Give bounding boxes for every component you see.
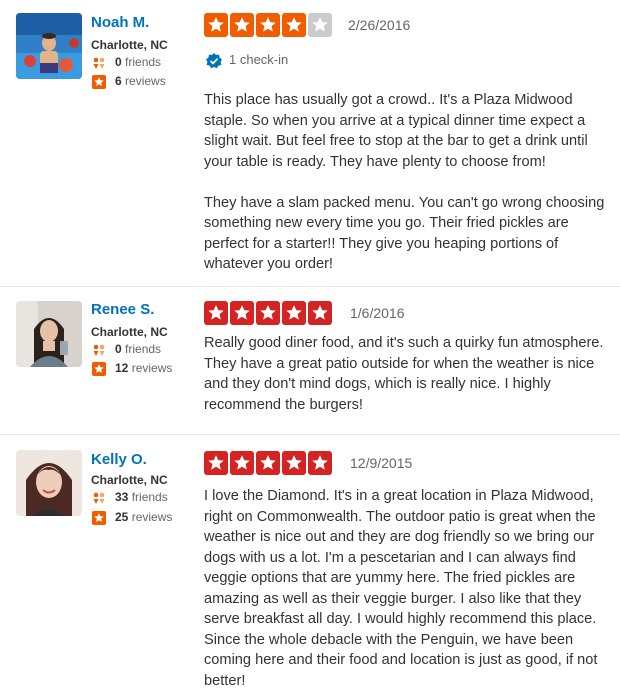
friends-label: friends (131, 490, 168, 504)
reviews-number: 12 (115, 361, 129, 375)
friends-number: 33 (115, 490, 129, 504)
star-empty-icon (308, 13, 332, 37)
review-text: This place has usually got a crowd.. It'… (204, 92, 605, 272)
user-photo-selfie (16, 301, 82, 367)
friends-count: 33 friends (91, 489, 168, 505)
star-filled-icon (308, 451, 332, 475)
reviews-label: reviews (125, 74, 166, 88)
user-location: Charlotte, NC (91, 325, 168, 339)
reviews-count: 12 reviews (91, 360, 172, 376)
user-avatar[interactable] (16, 13, 82, 79)
user-avatar[interactable] (16, 450, 82, 516)
friends-icon (91, 342, 107, 358)
review-item: Renee S. Charlotte, NC 0 friends 12 revi… (0, 286, 620, 434)
user-photo-portrait (16, 450, 82, 516)
review-text: I love the Diamond. It's in a great loca… (204, 488, 598, 689)
user-avatar[interactable] (16, 301, 82, 367)
user-location: Charlotte, NC (91, 38, 168, 52)
review-item: Kelly O. Charlotte, NC 33 friends 25 rev… (0, 434, 620, 689)
star-rating (204, 13, 332, 37)
friends-count: 0 friends (91, 54, 161, 70)
star-rating (204, 301, 332, 325)
user-location: Charlotte, NC (91, 473, 168, 487)
checkin-text: 1 check-in (229, 52, 289, 67)
star-filled-icon (256, 13, 280, 37)
review-star-icon (91, 74, 107, 90)
friends-icon (91, 490, 107, 506)
reviews-count: 6 reviews (91, 73, 166, 89)
friends-icon (91, 55, 107, 71)
reviews-count: 25 reviews (91, 509, 172, 525)
star-filled-icon (230, 13, 254, 37)
star-filled-icon (256, 301, 280, 325)
reviews-number: 6 (115, 74, 122, 88)
star-filled-icon (256, 451, 280, 475)
user-photo-pool (16, 13, 82, 79)
star-filled-icon (282, 451, 306, 475)
reviews-label: reviews (131, 510, 173, 524)
review-text: Really good diner food, and it's such a … (204, 335, 604, 413)
friends-label: friends (125, 342, 162, 356)
star-filled-icon (204, 13, 228, 37)
star-filled-icon (282, 13, 306, 37)
user-name-link[interactable]: Kelly O. (91, 451, 147, 468)
star-rating (204, 451, 332, 475)
star-filled-icon (204, 451, 228, 475)
star-filled-icon (282, 301, 306, 325)
star-filled-icon (230, 301, 254, 325)
checkin-badge: 1 check-in (205, 51, 288, 69)
review-date: 2/26/2016 (348, 17, 411, 33)
star-filled-icon (308, 301, 332, 325)
review-item: Noah M. Charlotte, NC 0 friends 6 review… (0, 0, 620, 286)
checkin-icon (205, 52, 223, 70)
star-filled-icon (230, 451, 254, 475)
friends-number: 0 (115, 55, 122, 69)
reviews-label: reviews (131, 361, 173, 375)
review-date: 1/6/2016 (350, 305, 405, 321)
user-name-link[interactable]: Renee S. (91, 301, 154, 318)
reviews-number: 25 (115, 510, 129, 524)
friends-label: friends (125, 55, 162, 69)
friends-number: 0 (115, 342, 122, 356)
review-date: 12/9/2015 (350, 455, 413, 471)
review-star-icon (91, 361, 107, 377)
star-filled-icon (204, 301, 228, 325)
user-name-link[interactable]: Noah M. (91, 14, 149, 31)
friends-count: 0 friends (91, 341, 161, 357)
review-star-icon (91, 510, 107, 526)
